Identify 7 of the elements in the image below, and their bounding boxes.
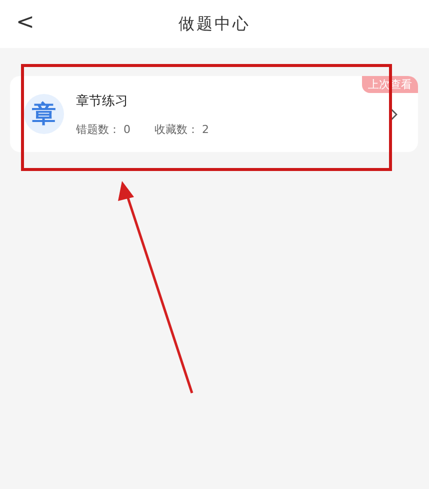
chapter-icon: 章 xyxy=(24,94,64,134)
stat-text: 收藏数： 2 xyxy=(154,122,209,136)
stat-text: 错题数： 0 xyxy=(76,122,130,136)
card-title: 章节练习 xyxy=(76,92,129,110)
page-title: 做题中心 xyxy=(178,14,250,34)
back-button[interactable]: < xyxy=(10,8,40,37)
chevron-right-icon xyxy=(390,108,398,121)
